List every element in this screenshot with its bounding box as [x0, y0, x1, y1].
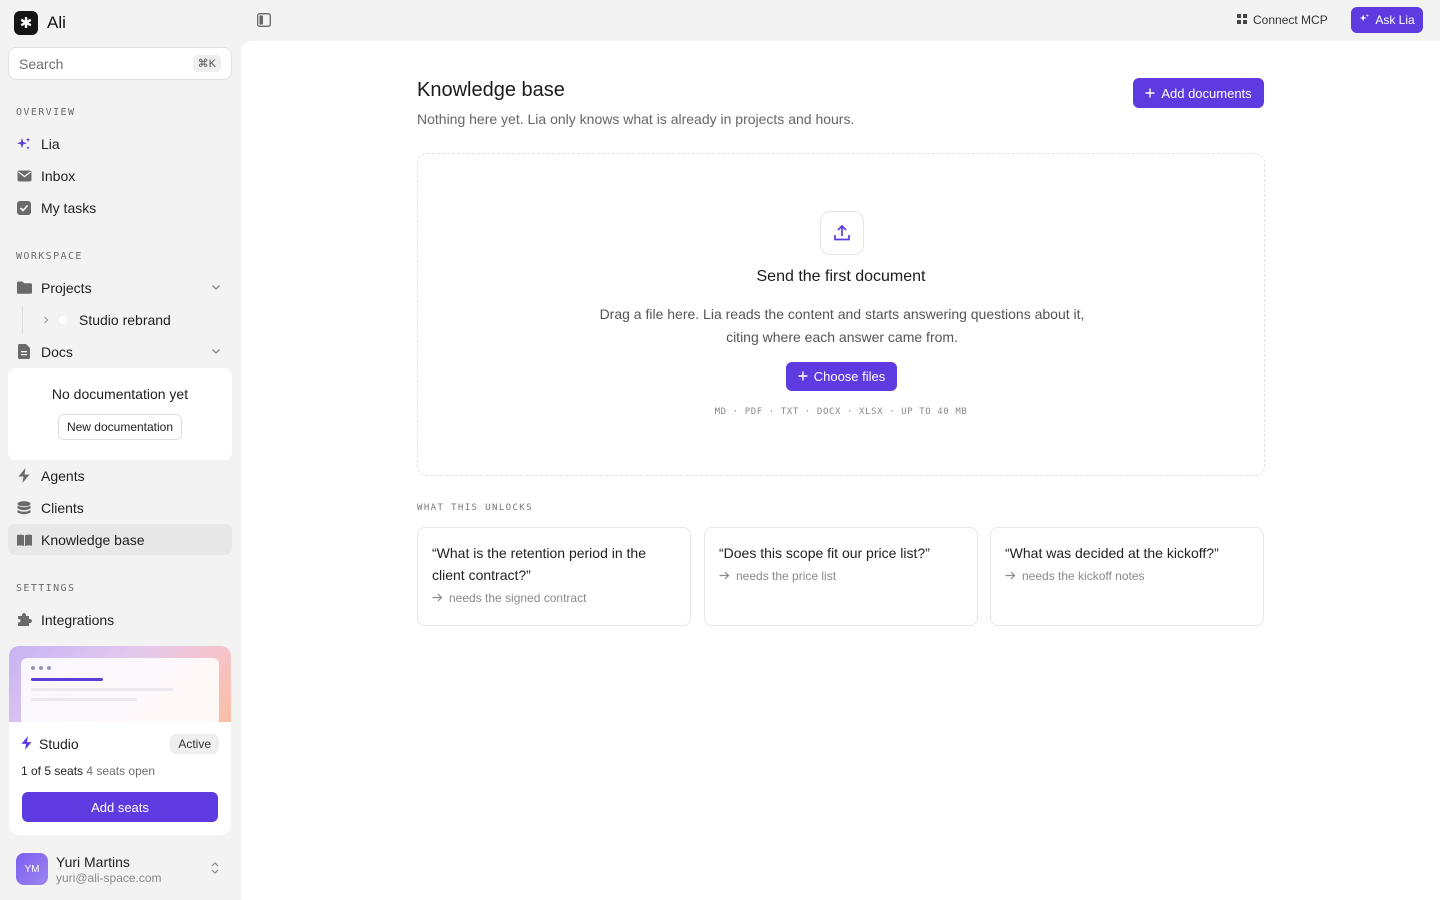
checkbox-icon: [16, 200, 32, 216]
plus-icon: [1145, 86, 1155, 101]
page-subtitle: Nothing here yet. Lia only knows what is…: [417, 111, 855, 127]
sidebar-item-label: Lia: [41, 135, 60, 152]
supported-formats: MD · PDF · TXT · DOCX · XLSX · UP TO 40 …: [714, 407, 968, 417]
connect-mcp-button[interactable]: Connect MCP: [1237, 11, 1328, 29]
user-name: Yuri Martins: [56, 853, 130, 870]
drop-heading: Send the first document: [756, 268, 926, 285]
sparkle-icon: [16, 136, 32, 152]
example-question-card[interactable]: “What is the retention period in the cli…: [417, 527, 691, 626]
mail-icon: [16, 168, 32, 184]
brand-logo-icon: ✱: [14, 11, 38, 35]
sidebar-item-docs[interactable]: Docs: [8, 336, 232, 367]
plan-name-label: Studio: [39, 736, 79, 752]
requirement-text: needs the price list: [736, 569, 837, 583]
grid-icon: [1237, 13, 1247, 27]
file-drop-zone[interactable]: Send the first document Drag a file here…: [417, 153, 1265, 476]
sidebar-item-projects[interactable]: Projects: [8, 272, 232, 303]
sidebar-item-knowledge-base[interactable]: Knowledge base: [8, 524, 232, 555]
brand-name: Ali: [47, 13, 66, 32]
seats-used: 1 of 5 seats: [21, 764, 84, 778]
sparkle-icon: [1359, 13, 1370, 27]
project-dot-icon: [59, 316, 67, 324]
upload-icon: [820, 211, 864, 255]
sidebar-item-label: Agents: [41, 467, 85, 484]
chevron-down-icon[interactable]: [210, 280, 222, 296]
arrow-right-icon: [1005, 569, 1016, 583]
new-documentation-button[interactable]: New documentation: [57, 414, 183, 440]
example-question: “What was decided at the kickoff?”: [1005, 545, 1219, 561]
sidebar-item-label: Clients: [41, 499, 84, 516]
seats-open: 4 seats open: [86, 764, 156, 778]
plus-icon: [798, 369, 808, 384]
seats-info: 1 of 5 seats 4 seats open: [21, 764, 155, 778]
user-menu[interactable]: YM Yuri Martins yuri@ali-space.com: [16, 851, 226, 887]
example-question-card[interactable]: “What was decided at the kickoff?” needs…: [990, 527, 1264, 626]
search-placeholder: Search: [19, 55, 64, 72]
ask-lia-button[interactable]: Ask Lia: [1351, 7, 1423, 33]
chevron-down-icon[interactable]: [210, 344, 222, 360]
example-requirement: needs the signed contract: [432, 591, 676, 605]
connect-mcp-label: Connect MCP: [1253, 13, 1328, 27]
requirement-text: needs the signed contract: [449, 591, 587, 605]
sidebar-toggle-icon[interactable]: [257, 13, 271, 27]
unlocks-label: WHAT THIS UNLOCKS: [417, 503, 533, 513]
sidebar-item-label: Docs: [41, 343, 73, 360]
avatar: YM: [16, 853, 48, 885]
sidebar-item-integrations[interactable]: Integrations: [8, 604, 232, 635]
page-title: Knowledge base: [417, 79, 565, 101]
section-label-settings: SETTINGS: [16, 583, 76, 594]
sidebar-item-clients[interactable]: Clients: [8, 492, 232, 523]
plan-illustration: [9, 646, 231, 722]
section-label-workspace: WORKSPACE: [16, 251, 83, 262]
example-question: “Does this scope fit our price list?”: [719, 545, 930, 561]
brand[interactable]: ✱ Ali: [14, 11, 66, 35]
sidebar: ✱ Ali Search ⌘K OVERVIEW Lia Inbox My ta…: [0, 0, 240, 900]
bolt-icon: [16, 468, 32, 484]
sidebar-item-label: Studio rebrand: [79, 312, 171, 328]
arrow-right-icon: [719, 569, 730, 583]
sidebar-item-lia[interactable]: Lia: [8, 128, 232, 159]
chevron-right-icon[interactable]: [41, 312, 51, 328]
example-question: “What is the retention period in the cli…: [432, 545, 647, 583]
book-icon: [16, 532, 32, 548]
example-requirement: needs the price list: [719, 569, 963, 583]
section-label-overview: OVERVIEW: [16, 107, 76, 118]
arrow-right-icon: [432, 591, 443, 605]
user-email: yuri@ali-space.com: [56, 870, 162, 885]
plan-status-badge: Active: [170, 734, 219, 754]
search-shortcut: ⌘K: [192, 55, 221, 72]
choose-files-label: Choose files: [813, 369, 886, 384]
plan-name: Studio: [21, 735, 79, 753]
puzzle-icon: [16, 612, 32, 628]
folder-icon: [16, 280, 32, 296]
example-requirement: needs the kickoff notes: [1005, 569, 1249, 583]
plan-card: Studio Active 1 of 5 seats 4 seats open …: [9, 646, 231, 835]
bolt-icon: [21, 735, 32, 753]
ask-lia-label: Ask Lia: [1375, 13, 1415, 27]
drop-description: Drag a file here. Lia reads the content …: [599, 306, 1085, 345]
example-question-card[interactable]: “Does this scope fit our price list?” ne…: [704, 527, 978, 626]
sidebar-item-label: My tasks: [41, 199, 97, 216]
sidebar-item-label: Knowledge base: [41, 531, 145, 548]
sidebar-subitem-studio-rebrand[interactable]: Studio rebrand: [22, 306, 232, 334]
sidebar-item-my-tasks[interactable]: My tasks: [8, 192, 232, 223]
sidebar-item-label: Projects: [41, 279, 92, 296]
search-input[interactable]: Search ⌘K: [8, 47, 232, 80]
docs-empty-state: No documentation yet New documentation: [8, 368, 232, 460]
sidebar-item-agents[interactable]: Agents: [8, 460, 232, 491]
sidebar-item-label: Integrations: [41, 611, 115, 628]
chevron-up-down-icon[interactable]: [210, 861, 220, 880]
requirement-text: needs the kickoff notes: [1022, 569, 1145, 583]
add-seats-button[interactable]: Add seats: [22, 792, 218, 822]
main-panel: Knowledge base Nothing here yet. Lia onl…: [241, 41, 1440, 900]
docs-empty-text: No documentation yet: [51, 386, 189, 402]
add-documents-button[interactable]: Add documents: [1133, 78, 1264, 108]
sidebar-item-inbox[interactable]: Inbox: [8, 160, 232, 191]
document-icon: [16, 344, 32, 360]
sidebar-item-label: Inbox: [41, 167, 76, 184]
database-icon: [16, 500, 32, 516]
add-documents-label: Add documents: [1161, 85, 1252, 101]
choose-files-button[interactable]: Choose files: [786, 362, 897, 391]
